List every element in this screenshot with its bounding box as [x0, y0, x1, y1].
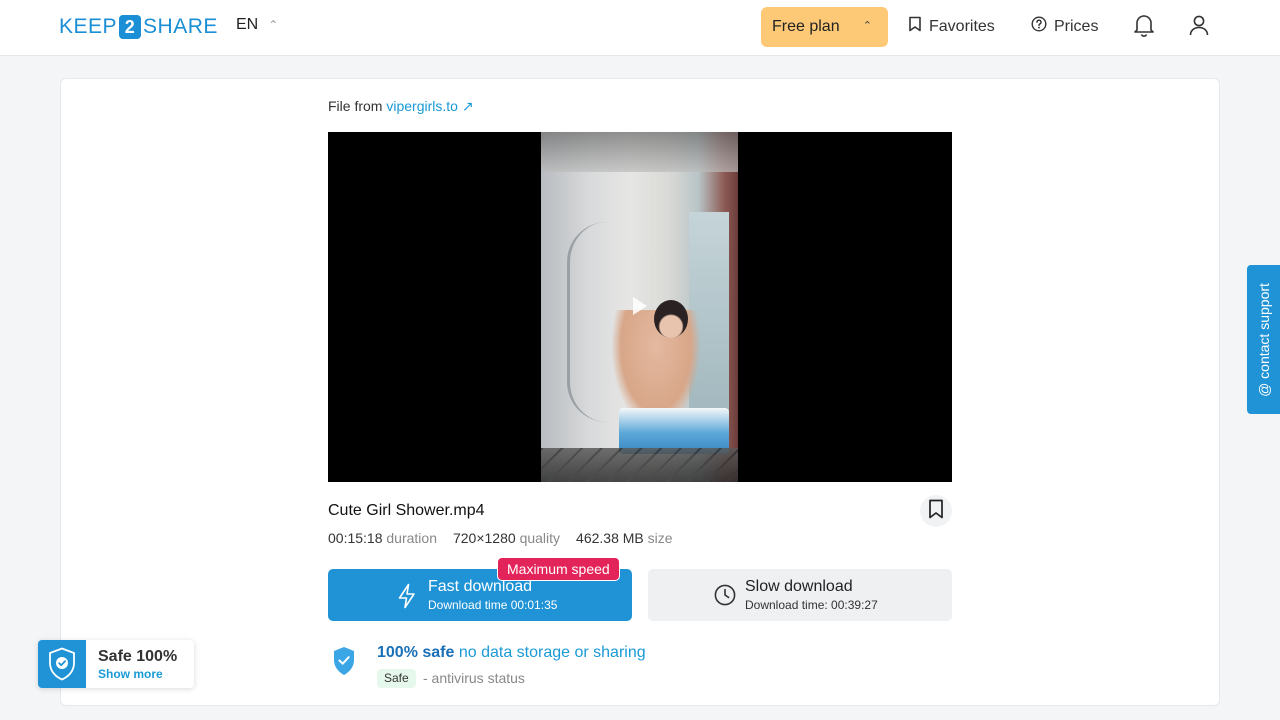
shield-check-icon [332, 646, 356, 681]
clock-icon [714, 584, 736, 611]
language-selector[interactable]: EN ⌃ [236, 16, 278, 34]
external-link-icon: ↗ [457, 98, 474, 114]
duration-value: 00:15:18 [328, 530, 383, 546]
safety-widget: Safe 100% Show more [38, 640, 194, 688]
top-header: KEEP 2 SHARE EN ⌃ Free plan ⌃ Favorites … [0, 0, 1280, 56]
lightning-icon [397, 583, 417, 614]
shield-check-icon [38, 640, 86, 688]
notifications-button[interactable] [1131, 14, 1157, 40]
duration-info: 00:15:18 duration [328, 530, 437, 546]
logo-text-right: SHARE [143, 15, 218, 38]
file-source-prefix: File from [328, 98, 383, 114]
language-label: EN [236, 16, 259, 33]
user-icon [1188, 13, 1210, 42]
quality-value: 720×1280 [452, 530, 516, 546]
fast-download-time: Download time 00:01:35 [428, 598, 558, 612]
file-source-link[interactable]: vipergirls.to ↗ [386, 98, 473, 114]
plan-label: Free plan [772, 18, 840, 35]
slow-download-time: Download time: 00:39:27 [745, 598, 878, 612]
slow-download-button[interactable]: Slow download Download time: 00:39:27 [648, 569, 952, 621]
antivirus-status-label: - antivirus status [423, 670, 525, 686]
video-preview[interactable] [328, 132, 952, 482]
bell-icon [1133, 13, 1155, 42]
maximum-speed-badge: Maximum speed [497, 557, 620, 581]
chevron-up-icon: ⌃ [862, 20, 872, 32]
quality-label: quality [519, 530, 561, 546]
slow-download-title: Slow download [745, 578, 853, 595]
chevron-up-icon: ⌃ [268, 18, 279, 32]
logo-number: 2 [119, 15, 142, 39]
prices-label: Prices [1054, 17, 1099, 35]
contact-support-tab[interactable]: @ contact support [1247, 265, 1280, 414]
show-more-link[interactable]: Show more [98, 667, 163, 681]
file-metadata: 00:15:18 duration 720×1280 quality 462.3… [328, 530, 673, 546]
favorites-label: Favorites [929, 17, 995, 35]
file-source-link-text: vipergirls.to [386, 98, 458, 114]
safety-strong: 100% safe [377, 644, 455, 661]
safety-widget-title: Safe 100% [98, 648, 178, 665]
add-to-favorites-button[interactable] [920, 495, 952, 527]
file-name: Cute Girl Shower.mp4 [328, 502, 485, 519]
prices-link[interactable]: Prices [1031, 16, 1098, 37]
bookmark-icon [908, 16, 922, 37]
favorites-link[interactable]: Favorites [908, 16, 995, 37]
logo-text-left: KEEP [59, 15, 118, 38]
bookmark-icon [928, 499, 944, 524]
quality-info: 720×1280 quality [453, 530, 560, 546]
duration-label: duration [386, 530, 437, 546]
size-value: 462.38 MB [576, 530, 644, 546]
plan-dropdown-button[interactable]: Free plan ⌃ [761, 7, 888, 47]
play-icon[interactable] [633, 297, 647, 315]
question-circle-icon [1031, 16, 1047, 37]
account-button[interactable] [1186, 14, 1212, 40]
site-logo[interactable]: KEEP 2 SHARE [59, 14, 218, 40]
safety-rest: no data storage or sharing [458, 644, 646, 661]
size-label: size [647, 530, 673, 546]
size-info: 462.38 MB size [576, 530, 673, 546]
file-source: File from vipergirls.to ↗ [328, 98, 474, 115]
safety-statement: 100% safe no data storage or sharing [377, 644, 646, 662]
antivirus-safe-badge: Safe [377, 669, 416, 688]
contact-support-label: @ contact support [1255, 282, 1272, 397]
